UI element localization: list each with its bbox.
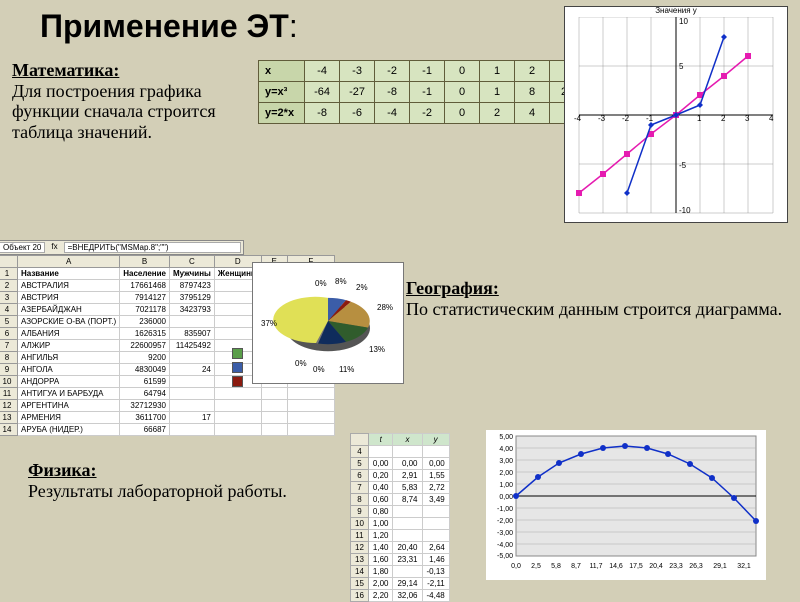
title-text: Применение ЭТ [40, 8, 289, 44]
line-chart-svg: -4 -3 -2 -1 1 2 3 4 10 5 -5 -10 [569, 17, 783, 220]
svg-text:3: 3 [745, 114, 750, 123]
fx-label: fx [51, 242, 57, 253]
legend-swatch [232, 362, 243, 373]
math-text: Для построения графика функции сначала с… [12, 81, 248, 143]
geography-text: По статистическим данным строится диагра… [406, 299, 786, 320]
svg-text:1,00: 1,00 [499, 482, 513, 489]
svg-text:-5,00: -5,00 [497, 553, 513, 560]
geography-section: География: По статистическим данным стро… [406, 278, 786, 319]
svg-text:-1,00: -1,00 [497, 506, 513, 513]
svg-text:5,00: 5,00 [499, 434, 513, 441]
table-row: y=2*x -8 -6 -4 -2 0 2 4 6 [259, 103, 585, 124]
physics-text: Результаты лабораторной работы. [28, 481, 328, 502]
svg-text:-4: -4 [574, 114, 582, 123]
svg-text:2,00: 2,00 [499, 470, 513, 477]
svg-text:-2,00: -2,00 [497, 518, 513, 525]
svg-text:20,4: 20,4 [649, 563, 663, 570]
svg-text:4: 4 [769, 114, 774, 123]
function-line-chart: Значения y -4 -3 -2 -1 1 2 3 4 10 5 -5 -10 [564, 6, 788, 223]
table-row: x -4 -3 -2 -1 0 1 2 3 [259, 61, 585, 82]
function-values-table: x -4 -3 -2 -1 0 1 2 3 y=x³ -64 -27 -8 -1… [258, 60, 585, 124]
svg-text:17,5: 17,5 [629, 563, 643, 570]
svg-text:2,5: 2,5 [531, 563, 541, 570]
svg-text:5: 5 [679, 62, 684, 71]
svg-text:5,8: 5,8 [551, 563, 561, 570]
svg-text:-10: -10 [679, 206, 691, 215]
svg-text:32,1: 32,1 [737, 563, 751, 570]
svg-text:4,00: 4,00 [499, 446, 513, 453]
svg-text:3,00: 3,00 [499, 458, 513, 465]
svg-text:-4,00: -4,00 [497, 542, 513, 549]
svg-text:14,6: 14,6 [609, 563, 623, 570]
svg-text:0,00: 0,00 [499, 494, 513, 501]
table-row: y=x³ -64 -27 -8 -1 0 1 8 27 [259, 82, 585, 103]
svg-text:1: 1 [697, 114, 702, 123]
svg-text:26,3: 26,3 [689, 563, 703, 570]
svg-text:0,0: 0,0 [511, 563, 521, 570]
legend-swatch [232, 376, 243, 387]
svg-text:10: 10 [679, 17, 688, 26]
physics-spreadsheet[interactable]: txy450,000,000,0060,202,911,5570,405,832… [350, 433, 450, 602]
svg-text:11,7: 11,7 [589, 563, 602, 570]
geography-heading: География: [406, 278, 499, 298]
chart-title: Значения y [565, 6, 787, 15]
page-title: Применение ЭТ: [40, 8, 298, 45]
svg-text:29,1: 29,1 [713, 563, 727, 570]
formula-bar: Объект 20 fx =ВНЕДРИТЬ("MSMap.8";"") [0, 240, 244, 255]
physics-line-chart: 5,00 4,00 3,00 2,00 1,00 0,00 -1,00 -2,00 -3,00… [486, 430, 766, 580]
svg-text:-3: -3 [598, 114, 606, 123]
physics-chart-svg: 5,00 4,00 3,00 2,00 1,00 0,00 -1,00 -2,00 -3,00… [486, 430, 766, 580]
math-heading: Математика: [12, 60, 248, 81]
name-box[interactable]: Объект 20 [0, 242, 45, 253]
svg-text:2: 2 [721, 114, 726, 123]
physics-heading: Физика: [28, 460, 97, 480]
svg-text:-2: -2 [622, 114, 630, 123]
legend-swatch [232, 348, 243, 359]
formula-input[interactable]: =ВНЕДРИТЬ("MSMap.8";"") [64, 242, 241, 253]
title-colon: : [289, 8, 298, 44]
physics-section: Физика: Результаты лабораторной работы. [28, 460, 328, 501]
svg-text:-1: -1 [646, 114, 654, 123]
svg-text:8,7: 8,7 [571, 563, 581, 570]
svg-text:-3,00: -3,00 [497, 530, 513, 537]
svg-text:23,3: 23,3 [669, 563, 683, 570]
svg-text:-5: -5 [679, 161, 687, 170]
pie-chart: 0% 8% 2% 28% 13% 11% 0% 0% 37% [252, 262, 404, 384]
math-section: Математика: Для построения графика функц… [12, 60, 248, 143]
